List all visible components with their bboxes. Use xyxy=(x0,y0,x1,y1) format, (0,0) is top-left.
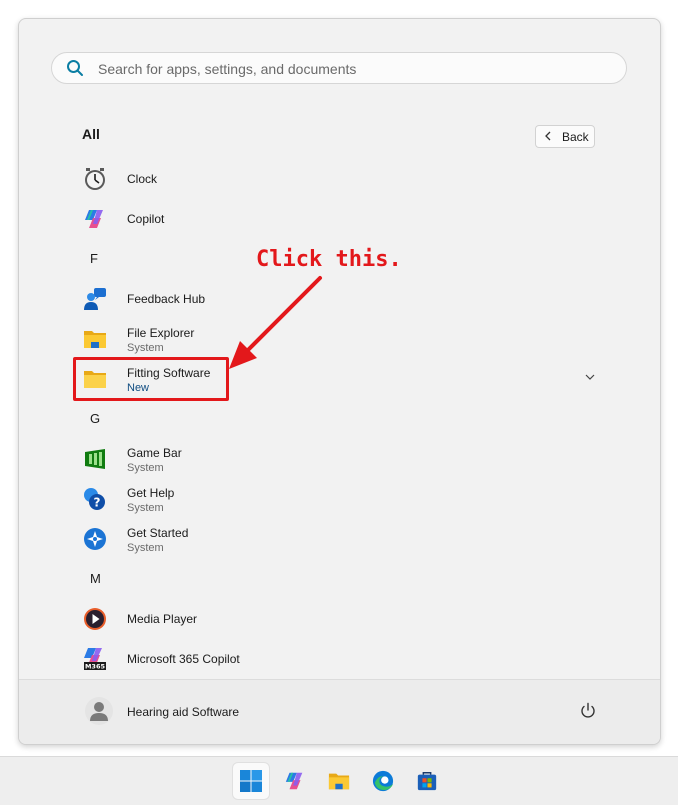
app-item-m365-copilot[interactable]: M365 Microsoft 365 Copilot xyxy=(79,639,599,679)
app-item-feedback-hub[interactable]: Feedback Hub xyxy=(79,279,599,319)
m365-copilot-icon: M365 xyxy=(84,648,106,671)
user-avatar[interactable] xyxy=(85,697,113,725)
app-name: Game Bar xyxy=(127,446,182,460)
store-icon xyxy=(417,772,437,791)
app-item-copilot[interactable]: Copilot xyxy=(79,199,599,239)
taskbar-edge[interactable] xyxy=(365,763,401,799)
back-button[interactable]: Back xyxy=(535,125,595,148)
search-icon xyxy=(67,60,83,76)
taskbar-store[interactable] xyxy=(409,763,445,799)
start-icon xyxy=(240,770,262,792)
copilot-icon xyxy=(285,772,303,790)
power-icon[interactable] xyxy=(578,701,598,721)
app-name: Media Player xyxy=(127,612,198,626)
media-player-icon xyxy=(84,608,106,630)
app-name: Copilot xyxy=(127,212,165,226)
chevron-left-icon xyxy=(545,131,551,141)
section-letter-f[interactable]: F xyxy=(90,251,98,266)
taskbar-copilot[interactable] xyxy=(277,763,313,799)
file-explorer-icon xyxy=(84,331,106,348)
edge-icon xyxy=(372,770,394,792)
start-menu-footer: Hearing aid Software xyxy=(19,679,660,744)
search-input[interactable] xyxy=(96,58,600,80)
app-item-game-bar[interactable]: Game Bar System xyxy=(79,439,599,479)
chevron-down-icon[interactable] xyxy=(585,373,595,381)
user-icon xyxy=(90,702,108,721)
app-item-get-help[interactable]: ? Get Help System xyxy=(79,479,599,519)
back-button-label: Back xyxy=(562,130,589,144)
annotation-text: Click this. xyxy=(256,247,402,272)
svg-text:?: ? xyxy=(94,496,101,510)
file-explorer-icon xyxy=(328,773,350,790)
app-name: Clock xyxy=(127,172,158,186)
app-item-file-explorer[interactable]: File Explorer System xyxy=(79,319,599,359)
get-started-icon xyxy=(84,528,106,550)
app-name: Get Help xyxy=(127,486,175,500)
app-subtitle: System xyxy=(127,542,164,554)
all-apps-heading: All xyxy=(82,126,100,142)
app-name: Get Started xyxy=(127,526,189,540)
app-item-clock[interactable]: Clock xyxy=(79,159,599,199)
get-help-icon: ? xyxy=(84,488,105,510)
taskbar-start[interactable] xyxy=(233,763,269,799)
app-item-get-started[interactable]: Get Started System xyxy=(79,519,599,559)
highlight-box xyxy=(73,357,229,401)
app-subtitle: System xyxy=(127,462,164,474)
copilot-icon xyxy=(85,210,103,228)
taskbar xyxy=(0,756,678,805)
user-name[interactable]: Hearing aid Software xyxy=(127,705,239,719)
section-letter-m[interactable]: M xyxy=(90,571,101,586)
game-bar-icon xyxy=(85,449,105,469)
app-name: File Explorer xyxy=(127,326,195,340)
search-box[interactable] xyxy=(51,52,627,84)
clock-icon xyxy=(85,168,105,190)
feedback-hub-icon xyxy=(84,288,106,310)
app-item-media-player[interactable]: Media Player xyxy=(79,599,599,639)
taskbar-file-explorer[interactable] xyxy=(321,763,357,799)
app-subtitle: System xyxy=(127,342,164,354)
app-name: Microsoft 365 Copilot xyxy=(127,652,240,666)
app-subtitle: System xyxy=(127,502,164,514)
app-name: Feedback Hub xyxy=(127,292,206,306)
m365-label: M365 xyxy=(85,663,106,671)
section-letter-g[interactable]: G xyxy=(90,411,100,426)
